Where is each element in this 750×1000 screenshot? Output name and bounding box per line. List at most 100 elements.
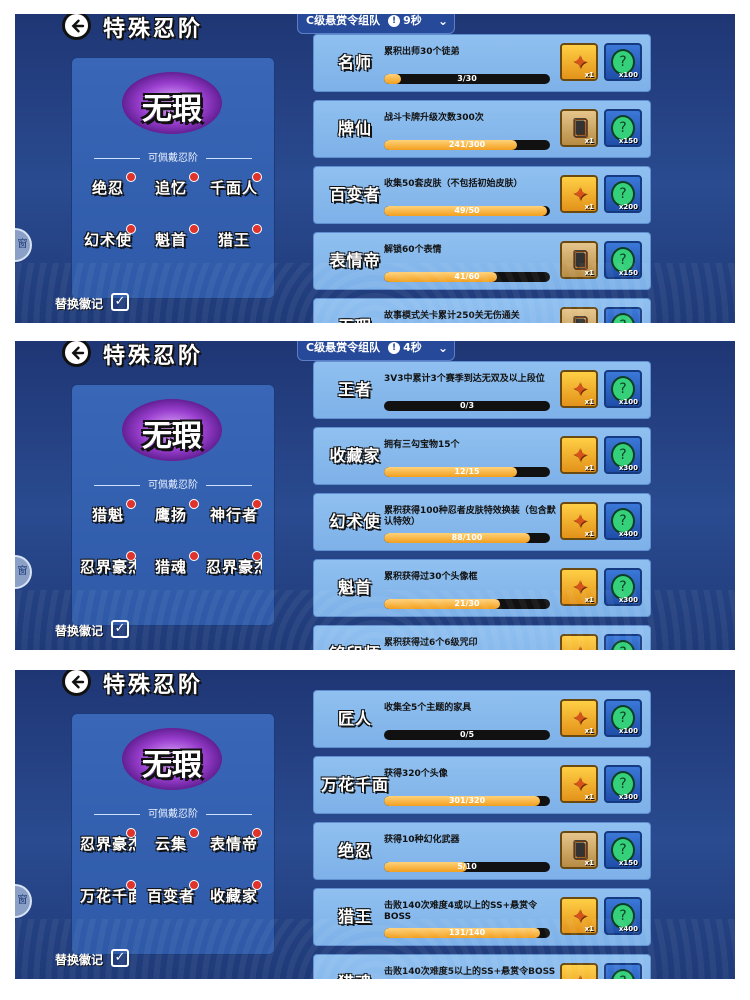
reward-item-2[interactable]: ?x400 — [604, 963, 642, 979]
reward-item-1[interactable]: ✦x1 — [560, 699, 598, 737]
rank-badge[interactable]: 魁首 — [143, 223, 199, 257]
task-row: 百变者 收集50套皮肤（不包括初始皮肤） 49/50 ✦ x1? x200 — [313, 166, 651, 224]
task-description: 解锁60个表情 — [384, 245, 442, 255]
back-button[interactable] — [62, 341, 91, 367]
info-icon: ! — [388, 342, 401, 354]
rank-badge[interactable]: 云集 — [143, 827, 199, 861]
reward-item-1[interactable]: ✦x1 — [560, 175, 598, 213]
task-rank-badge: 名师 — [337, 53, 372, 72]
panel-2: 特殊忍阶窗 无瑕可佩戴忍阶猎魁鹰扬神行者忍界豪杰猎魂忍界豪杰替换徽记 ✓ C级悬赏令组… — [15, 341, 735, 650]
reward-item-1[interactable]: 🂠x1 — [560, 241, 598, 279]
reward-qty: x1 — [584, 269, 594, 277]
rank-badge[interactable]: 绝忍 — [80, 171, 136, 205]
task-row: 表情帝 解锁60个表情 41/60 🂠 x1? x150 — [313, 232, 651, 290]
replace-emblem-label: 替换徽记 — [55, 953, 104, 967]
progress-text: 5/10 — [457, 862, 477, 871]
side-menu-button[interactable]: 窗 — [15, 884, 32, 918]
progress-text: 12/15 — [454, 467, 480, 476]
back-button[interactable] — [62, 14, 91, 40]
new-dot-icon — [252, 551, 262, 561]
reward-item-2[interactable]: ?x100 — [604, 370, 642, 408]
task-row: 名师 累积出师30个徒弟 3/30 ✦ x1? x100 — [313, 34, 651, 92]
rank-badge[interactable]: 猎魂 — [143, 550, 199, 584]
new-dot-icon — [126, 828, 136, 838]
reward-item-2[interactable]: ?x100 — [604, 634, 642, 650]
reward-item-2[interactable]: ?x150 — [604, 109, 642, 147]
team-dropdown[interactable]: C级悬赏令组队! 9秒 ⌄ — [297, 14, 455, 34]
reward-item-1[interactable]: ✦x1 — [560, 963, 598, 979]
rank-badge[interactable]: 收藏家 — [206, 879, 262, 913]
selected-rank-badge[interactable]: 无瑕 — [122, 728, 222, 790]
reward-qty: x1 — [584, 596, 594, 604]
reward-item-1[interactable]: ✦x1 — [560, 897, 598, 935]
rank-badge[interactable]: 猎魁 — [80, 498, 136, 532]
reward-item-2[interactable]: ? x300 — [604, 436, 642, 474]
back-arrow-icon — [71, 675, 84, 688]
reward-item-2[interactable]: ?x150 — [604, 307, 642, 323]
task-description: 累积出师30个徒弟 — [384, 47, 460, 57]
progress-text: 21/30 — [454, 599, 480, 608]
wearable-rank-card: 无瑕 可佩戴忍阶 绝忍 追忆 千面人 幻术使 魁首 猎王 — [71, 57, 275, 299]
side-menu-button[interactable]: 窗 — [15, 555, 32, 589]
team-dropdown[interactable]: C级悬赏令组队! 4秒 ⌄ — [297, 341, 455, 361]
chevron-down-icon: ⌄ — [437, 341, 448, 355]
selected-rank-badge[interactable]: 无瑕 — [122, 72, 222, 134]
progress-text: 88/100 — [451, 533, 483, 542]
side-menu-button[interactable]: 窗 — [15, 228, 32, 262]
reward-item-2[interactable]: ?x150 — [604, 831, 642, 869]
reward-item-1[interactable]: ✦x1 — [560, 502, 598, 540]
scroll-icon: ✦ — [568, 641, 592, 650]
rank-badge[interactable]: 表情帝 — [206, 827, 262, 861]
rank-badge[interactable]: 百变者 — [143, 879, 199, 913]
reward-item-1[interactable]: 🂠x1 — [560, 109, 598, 147]
replace-emblem-checkbox[interactable]: ✓ — [111, 620, 129, 638]
progress-bar: 5/10 — [384, 862, 550, 872]
task-rank-badge: 猎魂 — [320, 963, 390, 979]
new-dot-icon — [189, 499, 199, 509]
reward-item-1[interactable]: 🂠x1 — [560, 307, 598, 323]
rank-badge[interactable]: 忍界豪杰 — [80, 827, 136, 861]
reward-item-2[interactable]: ?x150 — [604, 241, 642, 279]
reward-item-2[interactable]: ? x300 — [604, 765, 642, 803]
reward-item-1[interactable]: ✦x1 — [560, 634, 598, 650]
progress-bar: 131/140 — [384, 928, 550, 938]
rank-badge[interactable]: 鹰扬 — [143, 498, 199, 532]
reward-qty: x150 — [618, 859, 638, 867]
rank-badge[interactable]: 追忆 — [143, 171, 199, 205]
reward-item-1[interactable]: ✦x1 — [560, 568, 598, 606]
rank-badge[interactable]: 忍界豪杰 — [80, 550, 136, 584]
rank-badge[interactable]: 忍界豪杰 — [206, 550, 262, 584]
reward-item-1[interactable]: ✦x1 — [560, 765, 598, 803]
reward-qty: x1 — [584, 859, 594, 867]
task-row: 猎魂击败140次难度5以上的SS+悬赏令BOSS124/140✦x1?x400 — [313, 954, 651, 979]
rank-badge[interactable]: 千面人 — [206, 171, 262, 205]
info-icon: ! — [388, 15, 401, 27]
reward-item-1[interactable]: ✦x1 — [560, 370, 598, 408]
back-arrow-icon — [71, 19, 84, 32]
reward-qty: x400 — [618, 530, 638, 538]
card-icon: 🂠 — [568, 314, 592, 323]
replace-emblem-checkbox[interactable]: ✓ — [111, 949, 129, 967]
back-button[interactable] — [62, 670, 91, 696]
rank-badge[interactable]: 神行者 — [206, 498, 262, 532]
scroll-icon: ✦ — [568, 970, 592, 979]
selected-rank-badge[interactable]: 无瑕 — [122, 399, 222, 461]
reward-item-2[interactable]: ? x300 — [604, 568, 642, 606]
reward-qty: x1 — [584, 203, 594, 211]
reward-item-2[interactable]: ? x200 — [604, 175, 642, 213]
reward-item-2[interactable]: ?x100 — [604, 43, 642, 81]
task-rank-badge: 表情帝 — [329, 251, 381, 270]
reward-item-2[interactable]: ?x100 — [604, 699, 642, 737]
replace-emblem-checkbox[interactable]: ✓ — [111, 293, 129, 311]
reward-item-2[interactable]: ?x400 — [604, 897, 642, 935]
reward-item-1[interactable]: ✦x1 — [560, 43, 598, 81]
rank-badge[interactable]: 猎王 — [206, 223, 262, 257]
reward-item-1[interactable]: 🂠x1 — [560, 831, 598, 869]
new-dot-icon — [252, 499, 262, 509]
progress-text: 131/140 — [448, 928, 486, 937]
rank-badge[interactable]: 万花千面 — [80, 879, 136, 913]
jade-icon: ? — [611, 313, 635, 323]
reward-item-1[interactable]: ✦x1 — [560, 436, 598, 474]
reward-item-2[interactable]: ?x400 — [604, 502, 642, 540]
rank-badge[interactable]: 幻术使 — [80, 223, 136, 257]
